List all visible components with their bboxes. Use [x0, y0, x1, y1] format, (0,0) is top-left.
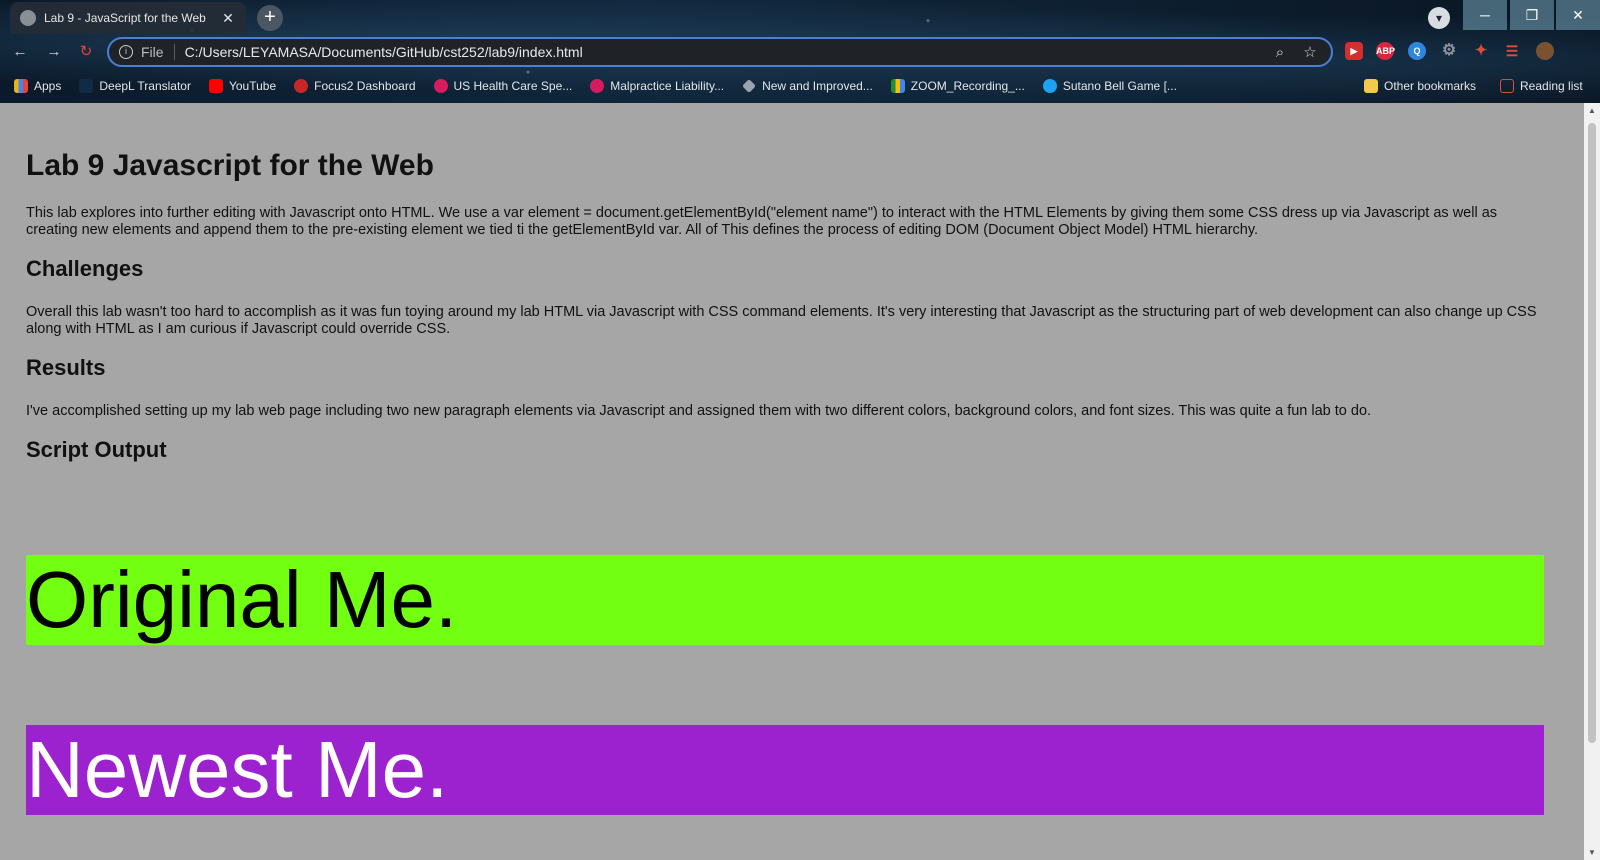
drive-icon	[890, 79, 905, 93]
scroll-thumb[interactable]	[1588, 123, 1596, 743]
jn-icon	[433, 79, 448, 93]
bookmark-label: Apps	[34, 79, 62, 93]
challenges-paragraph: Overall this lab wasn't too hard to acco…	[26, 304, 1537, 337]
bookmark-star-icon[interactable]: ☆	[1299, 43, 1321, 61]
diamond-icon	[742, 79, 757, 93]
zoom-icon[interactable]: ⌕	[1269, 44, 1291, 61]
bookmark-us-health-care[interactable]: US Health Care Spe...	[433, 79, 573, 93]
bookmark-label: YouTube	[228, 79, 277, 93]
url-text[interactable]: C:/Users/LEYAMASA/Documents/GitHub/cst25…	[185, 44, 1261, 60]
avatar[interactable]	[1536, 42, 1554, 60]
twitter-icon	[1042, 79, 1057, 93]
folder-icon	[1364, 79, 1378, 93]
results-heading: Results	[26, 355, 106, 380]
bookmark-sutano-bell[interactable]: Sutano Bell Game [...	[1042, 79, 1177, 93]
search-extension-icon[interactable]: Q	[1408, 42, 1426, 60]
youtube-icon	[208, 79, 223, 93]
focus2-icon	[294, 79, 309, 93]
intro-paragraph: This lab explores into further editing w…	[26, 205, 1498, 238]
newest-me-paragraph: Newest Me.	[26, 725, 1544, 815]
original-me-paragraph: Original Me.	[26, 555, 1544, 645]
bookmark-label: New and Improved...	[762, 79, 873, 93]
close-window-button[interactable]: ✕	[1556, 0, 1600, 30]
back-icon[interactable]: ←	[10, 42, 30, 62]
browser-tab[interactable]: Lab 9 - JavaScript for the Web ✕	[10, 2, 246, 34]
divider	[173, 44, 175, 60]
reload-icon[interactable]: ↻	[76, 42, 96, 62]
extension-red-icon[interactable]: ▶	[1345, 42, 1363, 60]
browser-chrome: Lab 9 - JavaScript for the Web ✕ + ▾ ─ ❐…	[0, 0, 1600, 103]
deepl-icon	[79, 79, 94, 93]
github-icon	[20, 10, 36, 26]
adblock-icon[interactable]: ABP	[1376, 42, 1395, 60]
challenges-heading: Challenges	[26, 256, 144, 281]
playlist-icon[interactable]: ☰	[1503, 42, 1521, 60]
page-content: Lab 9 Javascript for the Web This lab ex…	[0, 103, 1584, 860]
scroll-down-icon[interactable]: ▼	[1587, 848, 1597, 857]
tab-title: Lab 9 - JavaScript for the Web	[44, 11, 206, 25]
bookmark-malpractice[interactable]: Malpractice Liability...	[590, 79, 724, 93]
info-icon[interactable]: i	[119, 45, 133, 59]
apps-grid-icon	[14, 79, 28, 93]
bookmark-label: Sutano Bell Game [...	[1062, 79, 1177, 93]
page-title: Lab 9 Javascript for the Web	[26, 149, 434, 182]
bookmark-deepl[interactable]: DeepL Translator	[79, 79, 191, 93]
close-tab-icon[interactable]: ✕	[220, 10, 236, 27]
other-bookmarks-label: Other bookmarks	[1384, 79, 1477, 93]
jn-icon	[590, 79, 605, 93]
vertical-scrollbar[interactable]: ▲ ▼	[1584, 103, 1600, 860]
bookmark-youtube[interactable]: YouTube	[208, 79, 277, 93]
address-bar[interactable]: i File C:/Users/LEYAMASA/Documents/GitHu…	[107, 37, 1333, 67]
other-bookmarks[interactable]: Other bookmarks	[1364, 72, 1476, 100]
puzzle-extension-icon[interactable]: ✦	[1472, 42, 1490, 60]
gear-icon[interactable]: ⚙	[1440, 42, 1458, 60]
forward-icon[interactable]: →	[44, 42, 64, 62]
scroll-up-icon[interactable]: ▲	[1587, 106, 1597, 115]
script-output-heading: Script Output	[26, 437, 167, 462]
bookmark-label: ZOOM_Recording_...	[910, 79, 1025, 93]
bookmark-label: Malpractice Liability...	[610, 79, 725, 93]
reading-list-icon	[1500, 79, 1514, 93]
bookmark-apps[interactable]: Apps	[14, 79, 61, 93]
scheme-label: File	[141, 44, 164, 60]
restore-button[interactable]: ❐	[1510, 0, 1554, 30]
profile-menu-icon[interactable]: ▾	[1428, 7, 1450, 29]
reading-list-label: Reading list	[1520, 79, 1583, 93]
new-tab-button[interactable]: +	[257, 5, 283, 31]
bookmark-label: US Health Care Spe...	[453, 79, 573, 93]
minimize-button[interactable]: ─	[1463, 0, 1507, 30]
bookmark-new-and-improved[interactable]: New and Improved...	[742, 79, 873, 93]
bookmark-label: Focus2 Dashboard	[314, 79, 416, 93]
reading-list[interactable]: Reading list	[1500, 72, 1583, 100]
results-paragraph: I've accomplished setting up my lab web …	[26, 403, 1372, 419]
bookmark-focus2[interactable]: Focus2 Dashboard	[294, 79, 416, 93]
bookmark-zoom-recording[interactable]: ZOOM_Recording_...	[890, 79, 1025, 93]
bookmarks-bar: Apps DeepL Translator YouTube Focus2 Das…	[0, 72, 1600, 100]
bookmark-label: DeepL Translator	[99, 79, 191, 93]
